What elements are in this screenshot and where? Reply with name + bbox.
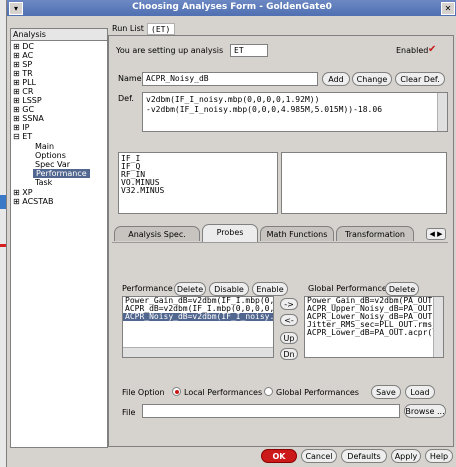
- tree-item[interactable]: ⊟ ET: [13, 132, 32, 141]
- browse-button[interactable]: Browse ...: [404, 404, 446, 418]
- run-list-label: Run List: [112, 24, 144, 33]
- tree-item[interactable]: ⊞ SP: [13, 60, 32, 69]
- performance-list[interactable]: Power_Gain_dB=v2dbm(IF_I.mbp(0,0,0 ACPR_d…: [122, 296, 274, 358]
- tree-item[interactable]: ⊞ CR: [13, 87, 33, 96]
- tree-item[interactable]: ⊞ IP: [13, 123, 29, 132]
- tab-divider: [112, 242, 448, 243]
- global-performances-radio[interactable]: [264, 387, 273, 396]
- signal-list[interactable]: IF_I IF_Q RF_IN VO.MINUS V32.MINUS: [118, 152, 278, 214]
- tab-scroll-arrows[interactable]: ◀ ▶: [426, 228, 446, 240]
- move-up-button[interactable]: Up: [280, 332, 298, 344]
- tree-item[interactable]: ⊞ TR: [13, 69, 33, 78]
- tab-probes[interactable]: Probes: [202, 224, 258, 242]
- move-down-button[interactable]: Dn: [280, 348, 298, 360]
- local-performances-label: Local Performances: [184, 388, 263, 397]
- change-button[interactable]: Change: [352, 72, 392, 86]
- tree-item[interactable]: ⊞ PLL: [13, 78, 36, 87]
- global-delete-button[interactable]: Delete: [385, 282, 419, 296]
- cancel-button[interactable]: Cancel: [301, 449, 337, 463]
- performance-label: Performance: [122, 284, 173, 293]
- move-right-button[interactable]: ->: [280, 298, 298, 310]
- setup-text: You are setting up analysis: [116, 46, 224, 55]
- performance-hscroll[interactable]: [123, 347, 273, 357]
- save-button[interactable]: Save: [371, 385, 401, 399]
- performance-delete-button[interactable]: Delete: [174, 282, 206, 296]
- analysis-name-field: ET: [230, 44, 268, 57]
- tree-item[interactable]: ⊞ GC: [13, 105, 34, 114]
- clear-def-button[interactable]: Clear Def.: [395, 72, 445, 86]
- ok-button[interactable]: OK: [261, 449, 297, 463]
- global-performances-label: Global Performances: [276, 388, 359, 397]
- signal-item[interactable]: IF_I: [119, 155, 277, 163]
- enabled-label: Enabled: [396, 46, 429, 55]
- def-line-2: -v2dbm(IF_I_noisy.mbp(0,0,0,4.985M,5.015…: [146, 105, 383, 114]
- window-title: Choosing Analyses Form - GoldenGate0: [132, 2, 332, 12]
- tab-analysis-spec[interactable]: Analysis Spec.: [114, 226, 200, 241]
- run-list-value: (ET): [147, 23, 175, 35]
- name-label: Name: [118, 74, 142, 83]
- file-input[interactable]: [142, 404, 400, 418]
- name-input[interactable]: ACPR_Noisy_dB: [142, 72, 318, 86]
- close-icon[interactable]: ✕: [441, 2, 455, 15]
- tree-item[interactable]: Task: [35, 178, 52, 187]
- tree-item[interactable]: ⊞ ACSTAB: [13, 197, 53, 206]
- signal-detail-list[interactable]: [281, 152, 447, 214]
- tree-item[interactable]: ⊞ AC: [13, 51, 33, 60]
- tab-transformation[interactable]: Transformation: [336, 226, 414, 241]
- tree-item[interactable]: ⊞ XP: [13, 188, 33, 197]
- tree-item[interactable]: ⊞ LSSP: [13, 96, 42, 105]
- def-textarea[interactable]: v2dbm(IF_I_noisy.mbp(0,0,0,0,1.92M)) -v2…: [142, 92, 448, 132]
- global-performance-label: Global Performance: [308, 284, 387, 293]
- disable-button[interactable]: Disable: [209, 282, 249, 296]
- tree-item[interactable]: Main: [35, 142, 54, 151]
- tree-item[interactable]: Performance: [33, 169, 90, 178]
- file-option-label: File Option: [122, 388, 165, 397]
- global-vscroll[interactable]: [433, 297, 443, 357]
- move-left-button[interactable]: <-: [280, 314, 298, 326]
- apply-button[interactable]: Apply: [391, 449, 421, 463]
- tree-item[interactable]: ⊞ SSNA: [13, 114, 44, 123]
- add-button[interactable]: Add: [322, 72, 350, 86]
- def-label: Def.: [118, 94, 134, 103]
- signal-item[interactable]: V32.MINUS: [119, 187, 277, 195]
- help-button[interactable]: Help: [425, 449, 453, 463]
- global-performance-item[interactable]: ACPR_Lower_dB=PA_OUT.acpr(1.: [305, 329, 443, 337]
- tab-math-functions[interactable]: Math Functions: [260, 226, 334, 241]
- analysis-tree-panel: Analysis ⊞ DC ⊞ AC ⊞ SP ⊞ TR ⊞ PLL ⊞ CR ⊞ LSSP…: [10, 28, 108, 448]
- file-label: File: [122, 408, 136, 417]
- tree-header: Analysis: [11, 29, 107, 41]
- tree-item[interactable]: Options: [35, 151, 66, 160]
- global-performance-list[interactable]: Power_Gain_dB=v2dbm(PA_OUT. ACPR_Upper_No…: [304, 296, 444, 358]
- load-button[interactable]: Load: [405, 385, 435, 399]
- enabled-checkbox[interactable]: ✔: [428, 44, 436, 55]
- title-bar[interactable]: ▾ Choosing Analyses Form - GoldenGate0 ✕: [7, 0, 456, 16]
- def-line-1: v2dbm(IF_I_noisy.mbp(0,0,0,0,1.92M)): [146, 95, 320, 104]
- tree-item[interactable]: ⊞ DC: [13, 42, 34, 51]
- defaults-button[interactable]: Defaults: [341, 449, 387, 463]
- local-performances-radio[interactable]: [172, 387, 181, 396]
- def-scrollbar[interactable]: [437, 93, 447, 131]
- performance-item[interactable]: ACPR_Noisy_dB=v2dbm(IF_I_noisy.m: [123, 313, 273, 321]
- tree-item[interactable]: Spec Var: [35, 160, 70, 169]
- enable-button[interactable]: Enable: [252, 282, 288, 296]
